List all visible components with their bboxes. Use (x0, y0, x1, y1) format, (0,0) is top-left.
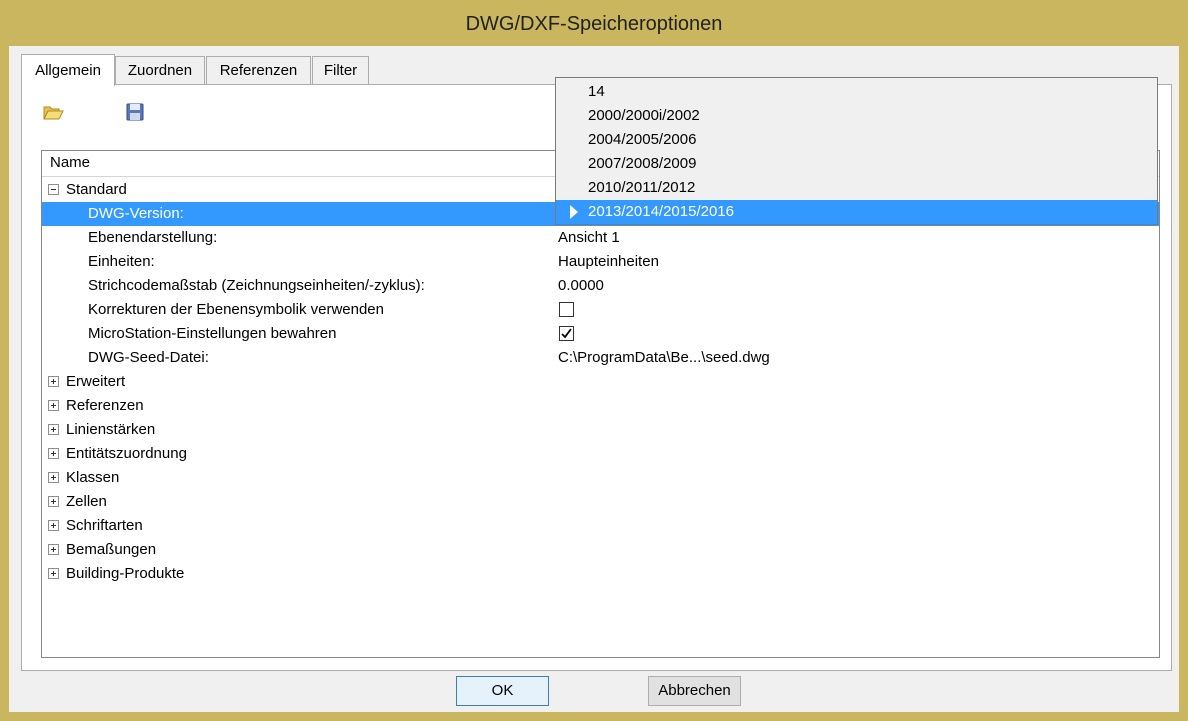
dropdown-option-2013[interactable]: 2013/2014/2015/2016 (556, 200, 1157, 224)
property-label: Strichcodemaßstab (Zeichnungseinheiten/-… (88, 277, 425, 294)
expand-icon[interactable] (48, 496, 59, 507)
expand-icon[interactable] (48, 544, 59, 555)
group-label: Linienstärken (66, 421, 156, 438)
property-label: MicroStation-Einstellungen bewahren (88, 325, 337, 342)
group-row-entitaetszuordnung[interactable]: Entitätszuordnung (42, 442, 1159, 466)
option-label: 2007/2008/2009 (588, 155, 697, 172)
expand-icon[interactable] (48, 448, 59, 459)
folder-open-icon[interactable] (42, 101, 64, 123)
tab-referenzen[interactable]: Referenzen (206, 56, 311, 84)
option-label: 2004/2005/2006 (588, 131, 697, 148)
dropdown-option-2007[interactable]: 2007/2008/2009 (556, 152, 1157, 176)
property-value[interactable]: C:\ProgramData\Be...\seed.dwg (558, 349, 770, 366)
group-label: Erweitert (66, 373, 126, 390)
property-row-ebenendarstellung[interactable]: Ebenendarstellung: Ansicht 1 (42, 226, 1159, 250)
dropdown-option-14[interactable]: 14 (556, 80, 1157, 104)
collapse-icon[interactable] (48, 184, 59, 195)
option-label: 2000/2000i/2002 (588, 107, 700, 124)
property-row-korrekturen[interactable]: Korrekturen der Ebenensymbolik verwenden (42, 298, 1159, 322)
expand-icon[interactable] (48, 424, 59, 435)
option-label: 2013/2014/2015/2016 (588, 203, 734, 220)
group-label: Referenzen (66, 397, 144, 414)
dialog-title: DWG/DXF-Speicheroptionen (465, 13, 723, 35)
property-label: DWG-Version: (88, 205, 184, 222)
checkbox-checked[interactable] (559, 326, 574, 341)
group-label: Building-Produkte (66, 565, 185, 582)
property-row-einheiten[interactable]: Einheiten: Haupteinheiten (42, 250, 1159, 274)
property-grid: Name Standard DWG-Version: Ebenendarstel… (41, 150, 1160, 658)
tab-filter[interactable]: Filter (312, 56, 369, 84)
group-label: Klassen (66, 469, 120, 486)
dropdown-option-2004[interactable]: 2004/2005/2006 (556, 128, 1157, 152)
group-row-linienstaerken[interactable]: Linienstärken (42, 418, 1159, 442)
property-label: Korrekturen der Ebenensymbolik verwenden (88, 301, 384, 318)
group-label: Zellen (66, 493, 107, 510)
property-value[interactable]: 0.0000 (558, 277, 604, 294)
group-label: Standard (66, 181, 127, 198)
group-row-building-produkte[interactable]: Building-Produkte (42, 562, 1159, 586)
group-label: Schriftarten (66, 517, 143, 534)
property-row-strichcodemassstab[interactable]: Strichcodemaßstab (Zeichnungseinheiten/-… (42, 274, 1159, 298)
property-value[interactable]: Haupteinheiten (558, 253, 659, 270)
tab-zuordnen[interactable]: Zuordnen (115, 56, 205, 84)
property-label: Ebenendarstellung: (88, 229, 218, 246)
expand-icon[interactable] (48, 376, 59, 387)
option-label: 14 (588, 83, 605, 100)
checkbox-unchecked[interactable] (559, 302, 574, 317)
property-row-dwg-seed-datei[interactable]: DWG-Seed-Datei: C:\ProgramData\Be...\see… (42, 346, 1159, 370)
dwg-version-dropdown-list[interactable]: 14 2000/2000i/2002 2004/2005/2006 2007/2… (555, 77, 1158, 225)
group-row-zellen[interactable]: Zellen (42, 490, 1159, 514)
cancel-button[interactable]: Abbrechen (648, 676, 741, 706)
group-label: Entitätszuordnung (66, 445, 187, 462)
group-row-klassen[interactable]: Klassen (42, 466, 1159, 490)
option-label: 2010/2011/2012 (588, 179, 696, 196)
property-label: Einheiten: (88, 253, 155, 270)
grid-header-name: Name (50, 154, 91, 171)
dropdown-option-2000[interactable]: 2000/2000i/2002 (556, 104, 1157, 128)
property-row-microstation-einstellungen[interactable]: MicroStation-Einstellungen bewahren (42, 322, 1159, 346)
selected-arrow-icon (570, 205, 578, 219)
dropdown-option-2010[interactable]: 2010/2011/2012 (556, 176, 1157, 200)
property-value[interactable]: Ansicht 1 (558, 229, 620, 246)
expand-icon[interactable] (48, 472, 59, 483)
tab-allgemein[interactable]: Allgemein (21, 54, 115, 86)
expand-icon[interactable] (48, 520, 59, 531)
group-row-referenzen[interactable]: Referenzen (42, 394, 1159, 418)
property-label: DWG-Seed-Datei: (88, 349, 209, 366)
expand-icon[interactable] (48, 568, 59, 579)
expand-icon[interactable] (48, 400, 59, 411)
floppy-disk-icon[interactable] (124, 101, 146, 123)
ok-button[interactable]: OK (456, 676, 549, 706)
group-row-schriftarten[interactable]: Schriftarten (42, 514, 1159, 538)
group-label: Bemaßungen (66, 541, 157, 558)
group-row-bemassungen[interactable]: Bemaßungen (42, 538, 1159, 562)
group-row-erweitert[interactable]: Erweitert (42, 370, 1159, 394)
dialog-window: DWG/DXF-Speicheroptionen Allgemein Zuord… (0, 0, 1188, 721)
